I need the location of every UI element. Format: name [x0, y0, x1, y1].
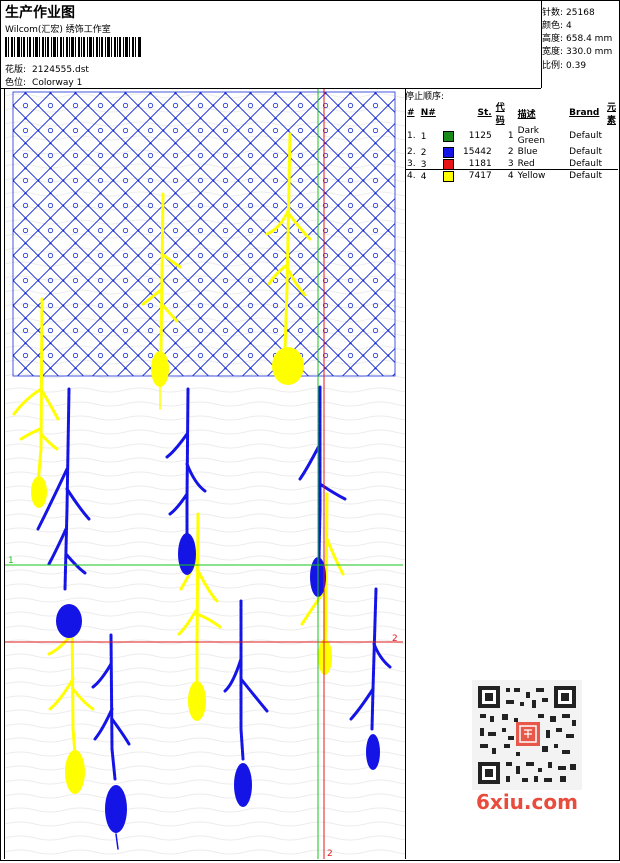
needle-number-text: 3	[420, 159, 427, 170]
brand-cell: Default	[569, 147, 603, 157]
col-header: 元素	[606, 103, 616, 126]
stop-sequence-table: # N# St. 代码 描述 Brand 元素 1. 1 1125 1 Dark Gr…	[405, 100, 618, 182]
page-title: 生产作业图	[5, 5, 75, 21]
description-cell: Yellow	[517, 171, 546, 181]
needle-number-text: 2	[420, 147, 427, 158]
col-header: #	[407, 108, 415, 118]
color-count: 颜色: 4	[542, 18, 572, 31]
needle-number: 1	[419, 126, 460, 146]
design-width-label: 宽度:	[542, 47, 564, 57]
design-file-label: 花版:	[5, 65, 27, 75]
brand-cell: Default	[569, 159, 603, 169]
guide-label-green: 1	[8, 556, 14, 566]
table-row: 1. 1 1125 1 Dark Green Default	[405, 126, 618, 146]
code-cell: 4	[507, 171, 514, 181]
design-height: 高度: 658.4 mm	[542, 31, 612, 44]
needle-number: 2	[419, 146, 460, 158]
design-file-value: 2124555.dst	[32, 65, 89, 75]
row-number: 2.	[407, 147, 416, 157]
brand-cell: Default	[569, 131, 603, 141]
design-file-row: 花版: 2124555.dst	[5, 62, 89, 75]
colorway-value: Colorway 1	[32, 78, 83, 88]
color-swatch	[443, 158, 455, 170]
design-scale: 比例: 0.39	[542, 58, 586, 71]
design-scale-value: 0.39	[566, 61, 587, 71]
stitch-count-cell: 1181	[468, 159, 492, 169]
code-cell: 3	[507, 159, 514, 169]
guide-label-red-h: 2	[392, 634, 398, 644]
description-cell: Blue	[517, 147, 538, 157]
colorway-label: 色位:	[5, 78, 27, 88]
design-height-value: 658.4 mm	[566, 34, 613, 44]
code-cell: 1	[507, 131, 514, 141]
color-count-label: 颜色:	[542, 21, 564, 31]
stitch-count: 针数: 25168	[542, 5, 595, 18]
color-swatch	[443, 130, 455, 142]
col-header: St.	[477, 108, 492, 118]
color-count-value: 4	[566, 21, 572, 31]
row-number: 4.	[407, 171, 416, 181]
design-preview: 1 2 2	[4, 89, 406, 859]
color-swatch	[443, 146, 455, 158]
needle-number-text: 1	[420, 131, 427, 142]
needle-number: 3	[419, 158, 460, 170]
description-cell: Red	[517, 159, 535, 169]
stats-panel: 针数: 25168 颜色: 4 高度: 658.4 mm 宽度: 330.0 mm 比例…	[541, 0, 619, 88]
table-row: 3. 3 1181 3 Red Default	[405, 158, 618, 170]
element-cell	[605, 158, 618, 170]
stitch-count-value: 25168	[566, 8, 595, 18]
design-scale-label: 比例:	[542, 61, 564, 71]
design-width: 宽度: 330.0 mm	[542, 44, 612, 57]
stitch-count-label: 针数:	[542, 8, 564, 18]
color-swatch	[443, 170, 455, 182]
table-row: 4. 4 7417 4 Yellow Default	[405, 170, 618, 182]
col-header: 代码	[495, 103, 505, 126]
stitch-count-cell: 7417	[468, 171, 492, 181]
brand-cell: Default	[569, 171, 603, 181]
barcode	[5, 37, 141, 57]
element-cell	[605, 126, 618, 146]
col-header: N#	[420, 108, 436, 118]
qr-code	[472, 680, 582, 790]
design-width-value: 330.0 mm	[566, 47, 613, 57]
stitch-count-cell: 1125	[468, 131, 492, 141]
element-cell	[605, 146, 618, 158]
needle-number: 4	[419, 170, 460, 182]
table-header-row: # N# St. 代码 描述 Brand 元素	[405, 100, 618, 126]
col-header: Brand	[569, 108, 600, 118]
needle-number-text: 4	[420, 171, 427, 182]
col-header: 描述	[517, 109, 536, 120]
stop-sequence-panel: 停止顺序: # N# St. 代码 描述 Brand 元素 1. 1 1125 1 D…	[405, 89, 618, 182]
watermark: 6xiu.com	[476, 790, 578, 814]
guide-label-red-v: 2	[327, 849, 333, 859]
description-cell: Dark Green	[517, 126, 545, 146]
stitch-count-cell: 15442	[463, 147, 492, 157]
row-number: 1.	[407, 131, 416, 141]
colorway-row: 色位: Colorway 1	[5, 75, 82, 88]
element-cell	[605, 170, 618, 182]
code-cell: 2	[507, 147, 514, 157]
row-number: 3.	[407, 159, 416, 169]
table-row: 2. 2 15442 2 Blue Default	[405, 146, 618, 158]
company-name: Wilcom(汇宏) 绣饰工作室	[5, 25, 111, 35]
net-area	[12, 91, 396, 377]
design-height-label: 高度:	[542, 34, 564, 44]
embroidery-canvas: 1 2 2	[5, 89, 405, 859]
header-panel: 生产作业图 Wilcom(汇宏) 绣饰工作室 花版: 2124555.dst 色位…	[0, 0, 541, 89]
